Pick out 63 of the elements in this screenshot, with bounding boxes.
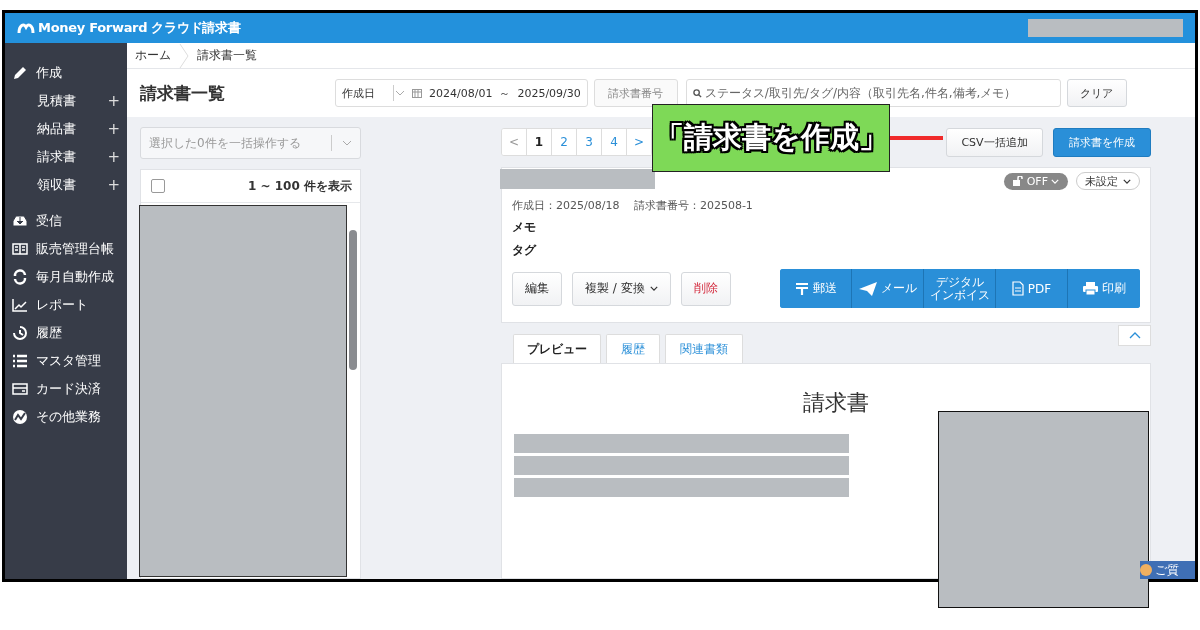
sidebar-item[interactable]: カード決済 <box>5 375 127 403</box>
sidebar-item[interactable]: 納品書 + <box>5 115 127 143</box>
sidebar-item[interactable]: レポート <box>5 291 127 319</box>
sidebar-item[interactable]: マスタ管理 <box>5 347 127 375</box>
breadcrumb-link[interactable]: ホーム <box>135 47 171 64</box>
pencil-icon <box>12 65 28 81</box>
sidebar-item[interactable]: 販売管理台帳 <box>5 235 127 263</box>
book-icon <box>12 241 28 257</box>
sidebar-item[interactable]: 受信 <box>5 207 127 235</box>
lock-icon <box>1012 176 1024 186</box>
sidebar-item[interactable]: 請求書 + <box>5 143 127 171</box>
callout-label: 「請求書を作成」 <box>652 104 890 172</box>
delete-button[interactable]: 削除 <box>680 271 731 306</box>
postal-mark-icon <box>794 281 809 296</box>
chevron-down-icon <box>1051 178 1059 184</box>
sidebar-item[interactable]: 履歴 <box>5 319 127 347</box>
search-icon <box>692 89 702 98</box>
chevron-down-icon <box>649 286 658 291</box>
inbox-icon <box>12 213 28 229</box>
clear-button[interactable]: クリア <box>1066 79 1127 107</box>
chevron-icon <box>179 43 189 68</box>
chart-icon <box>12 297 28 313</box>
sidebar-item[interactable]: 領収書 + <box>5 171 127 199</box>
checkbox[interactable] <box>151 179 165 193</box>
sidebar-item[interactable]: その他業務 <box>5 403 127 431</box>
duplicate-convert-button[interactable]: 複製 / 変換 <box>572 271 671 306</box>
date-filter[interactable]: 作成日 2024/08/01 ～ 2025/09/30 <box>335 79 588 107</box>
chevron-down-icon <box>342 140 352 146</box>
refresh-icon <box>12 269 28 285</box>
result-count: 1 ~ 100 件を表示 <box>247 177 352 195</box>
paper-plane-icon <box>858 281 877 296</box>
tab[interactable]: プレビュー <box>513 334 601 363</box>
tab[interactable]: 関連書類 <box>665 334 743 363</box>
breadcrumb-current: 請求書一覧 <box>197 47 257 64</box>
search-field[interactable]: ステータス/取引先/タグ/内容（取引先名,件名,備考,メモ） <box>685 79 1061 107</box>
chevron-down-icon <box>395 90 405 96</box>
invoice-number-field[interactable]: 請求書番号 <box>593 79 678 107</box>
history-icon <box>12 325 28 341</box>
list-icon <box>12 353 28 369</box>
sidebar-item[interactable]: 毎月自動作成 <box>5 263 127 291</box>
chevron-up-icon <box>1128 332 1141 339</box>
edit-button[interactable]: 編集 <box>512 271 562 306</box>
csv-import-button[interactable]: CSV一括追加 <box>946 127 1043 157</box>
chevron-down-icon <box>1123 178 1131 184</box>
collapse-button[interactable] <box>1118 325 1151 346</box>
memo-label: メモ <box>512 219 537 236</box>
invoice-meta: 作成日：2025/08/18 請求書番号：202508-1 <box>512 198 754 213</box>
logo-icon <box>17 21 35 35</box>
tag-label: タグ <box>512 242 538 259</box>
status-dropdown[interactable]: 未設定 <box>1076 172 1140 190</box>
help-chat-button[interactable]: ご質 <box>1140 561 1195 579</box>
sidebar-item[interactable]: 作成 <box>5 59 127 87</box>
card-icon <box>12 381 28 397</box>
printer-icon <box>1082 282 1098 295</box>
preview-title: 請求書 <box>802 389 870 417</box>
tab[interactable]: 履歴 <box>606 334 660 363</box>
scrollbar[interactable] <box>349 230 357 370</box>
page-title: 請求書一覧 <box>140 81 226 105</box>
document-icon <box>1011 281 1024 296</box>
lock-toggle[interactable]: OFF <box>1003 172 1068 190</box>
sidebar-item[interactable]: 見積書 + <box>5 87 127 115</box>
graph-icon <box>12 409 28 425</box>
calendar-icon <box>412 88 422 98</box>
